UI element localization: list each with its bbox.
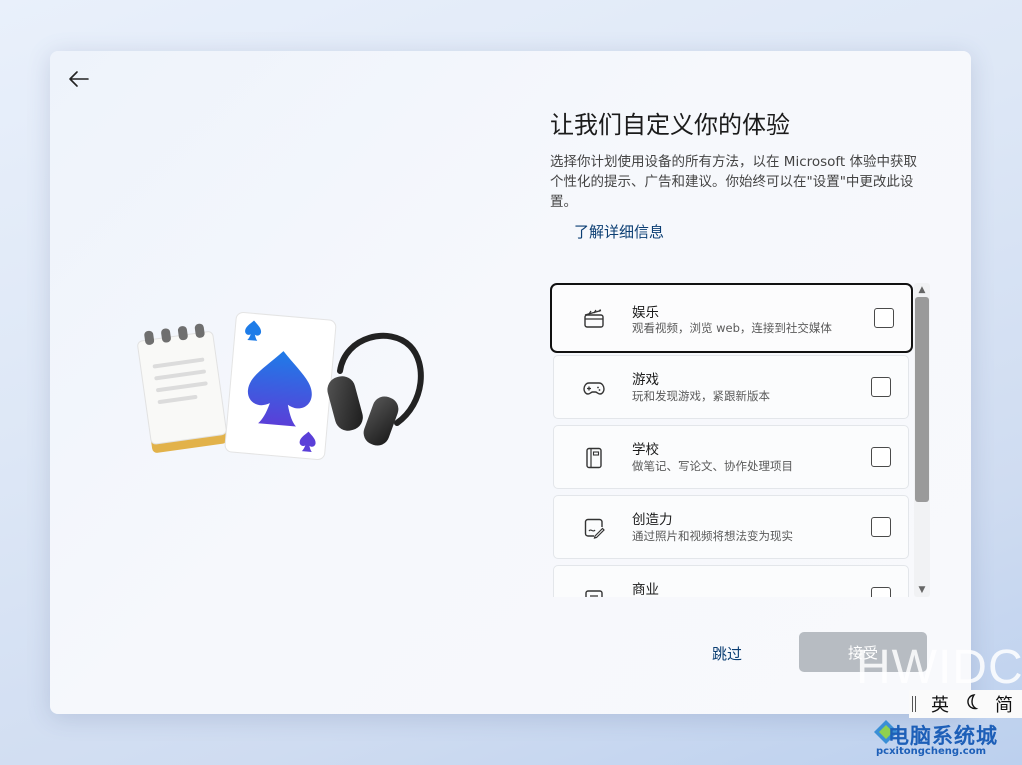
notepad-graphic — [137, 323, 228, 453]
page-description: 选择你计划使用设备的所有方法，以在 Microsoft 体验中获取个性化的提示、… — [550, 154, 918, 210]
option-subtitle: 做笔记、写论文、协作处理项目 — [632, 459, 793, 473]
brand-url: pcxitongcheng.com — [876, 746, 987, 757]
scroll-thumb[interactable] — [915, 297, 929, 502]
draw-icon — [584, 518, 605, 539]
ime-mode-toggle[interactable] — [956, 693, 988, 716]
usage-options-list: 娱乐 观看视频，浏览 web，连接到社交媒体 游戏 玩和发现游戏，紧跟新版本 学… — [550, 283, 931, 597]
option-title: 创造力 — [632, 512, 673, 528]
option-title: 娱乐 — [632, 305, 659, 321]
brand-logo-icon — [874, 720, 898, 744]
brand-name: 电脑系统城 — [888, 723, 998, 748]
option-creativity[interactable]: 创造力 通过照片和视频将想法变为现实 — [553, 495, 909, 559]
option-subtitle: 玩和发现游戏，紧跟新版本 — [632, 389, 770, 403]
option-subtitle: 通过照片和视频将想法变为现实 — [632, 529, 793, 543]
option-subtitle: 观看视频，浏览 web，连接到社交媒体 — [632, 321, 832, 335]
learn-more-link[interactable]: 了解详细信息 — [574, 221, 664, 242]
hero-illustration — [137, 312, 424, 461]
page-title: 让我们自定义你的体验 — [550, 111, 790, 139]
setup-dialog: 让我们自定义你的体验 选择你计划使用设备的所有方法，以在 Microsoft 体… — [50, 51, 971, 714]
clapperboard-icon — [584, 309, 604, 328]
option-business[interactable]: 商业 — [553, 565, 909, 597]
ime-grip[interactable] — [912, 696, 916, 712]
option-checkbox[interactable] — [871, 517, 891, 537]
ime-script-toggle[interactable]: 简 — [988, 691, 1020, 717]
briefcase-icon — [585, 590, 603, 597]
option-title: 商业 — [632, 582, 659, 597]
gamepad-icon — [583, 382, 605, 395]
back-arrow-icon — [69, 71, 89, 87]
brand-watermark: 电脑系统城 pcxitongcheng.com — [868, 716, 1022, 765]
option-school[interactable]: 学校 做笔记、写论文、协作处理项目 — [553, 425, 909, 489]
ime-toolbar: 英 简 — [909, 690, 1022, 718]
scroll-down-icon[interactable]: ▼ — [914, 583, 930, 597]
option-checkbox[interactable] — [871, 377, 891, 397]
option-checkbox[interactable] — [874, 308, 894, 328]
option-entertainment[interactable]: 娱乐 观看视频，浏览 web，连接到社交媒体 — [550, 283, 913, 353]
option-checkbox[interactable] — [871, 447, 891, 467]
playing-card-graphic — [224, 312, 337, 461]
option-title: 游戏 — [632, 372, 659, 388]
notebook-icon — [586, 447, 602, 469]
back-button[interactable] — [64, 65, 92, 93]
skip-button[interactable]: 跳过 — [695, 633, 759, 673]
options-scrollbar[interactable]: ▲ ▼ — [914, 283, 930, 597]
scroll-up-icon[interactable]: ▲ — [914, 283, 930, 297]
headphones-graphic — [327, 332, 424, 446]
moon-icon — [967, 693, 979, 709]
ime-language-toggle[interactable]: 英 — [924, 691, 956, 717]
accept-button[interactable]: 接受 — [799, 632, 927, 672]
option-checkbox[interactable] — [871, 587, 891, 597]
option-title: 学校 — [632, 442, 659, 458]
option-gaming[interactable]: 游戏 玩和发现游戏，紧跟新版本 — [553, 355, 909, 419]
